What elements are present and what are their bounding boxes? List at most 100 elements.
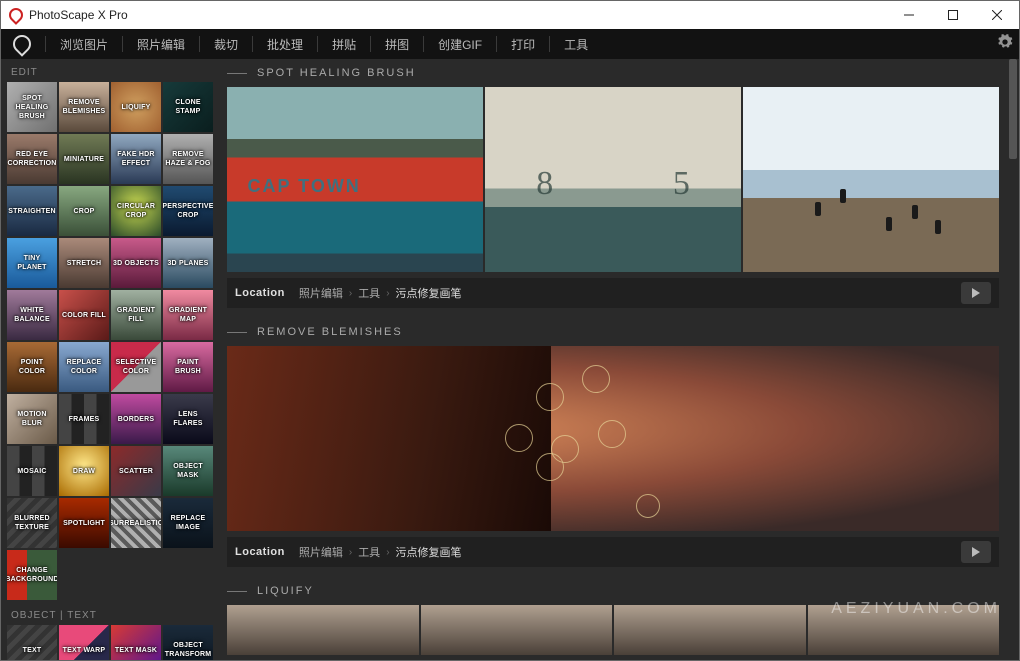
- menu-item[interactable]: 裁切: [208, 32, 244, 57]
- effect-thumb[interactable]: SPOT HEALING BRUSH: [7, 82, 57, 132]
- thumb-label: TINY PLANET: [7, 254, 57, 272]
- thumb-label: SPOT HEALING BRUSH: [7, 94, 57, 121]
- thumb-label: PERSPECTIVE CROP: [163, 202, 213, 220]
- menu-divider: [549, 36, 550, 52]
- window-title: PhotoScape X Pro: [29, 8, 887, 22]
- effect-thumb[interactable]: GRADIENT MAP: [163, 290, 213, 340]
- effect-thumb[interactable]: TEXT MASK: [111, 625, 161, 660]
- thumb-label: REPLACE COLOR: [59, 358, 109, 376]
- effect-thumb[interactable]: BORDERS: [111, 394, 161, 444]
- thumb-label: OBJECT TRANSFORM: [163, 641, 213, 659]
- effect-thumb[interactable]: CROP: [59, 186, 109, 236]
- thumb-label: MINIATURE: [62, 155, 106, 164]
- section-title: REMOVE BLEMISHES: [257, 326, 403, 338]
- thumb-label: DRAW: [71, 467, 97, 476]
- effect-thumb[interactable]: OBJECT MASK: [163, 446, 213, 496]
- breadcrumb[interactable]: 照片编辑: [299, 285, 343, 301]
- menu-item[interactable]: 浏览图片: [54, 32, 114, 57]
- menu-item[interactable]: 创建GIF: [432, 32, 488, 57]
- menu-item[interactable]: 打印: [505, 32, 541, 57]
- maximize-button[interactable]: [931, 1, 975, 29]
- effect-thumb[interactable]: 3D OBJECTS: [111, 238, 161, 288]
- effect-thumb[interactable]: SURREALISTIC: [111, 498, 161, 548]
- effect-thumb[interactable]: CIRCULAR CROP: [111, 186, 161, 236]
- thumb-label: TEXT MASK: [113, 646, 159, 655]
- menu-divider: [370, 36, 371, 52]
- effect-thumb[interactable]: WHITE BALANCE: [7, 290, 57, 340]
- effects-panel[interactable]: EDIT SPOT HEALING BRUSHREMOVE BLEMISHESL…: [1, 59, 217, 660]
- thumb-label: BORDERS: [116, 415, 156, 424]
- effect-thumb[interactable]: SELECTIVE COLOR: [111, 342, 161, 392]
- menu-divider: [199, 36, 200, 52]
- breadcrumb[interactable]: 工具: [358, 544, 380, 560]
- thumb-change-background[interactable]: CHANGE BACKGROUND: [7, 550, 57, 600]
- thumb-label: SCATTER: [117, 467, 155, 476]
- menu-item[interactable]: 工具: [558, 32, 594, 57]
- breadcrumb[interactable]: 照片编辑: [299, 544, 343, 560]
- effect-thumb[interactable]: OBJECT TRANSFORM: [163, 625, 213, 660]
- effect-thumb[interactable]: REPLACE IMAGE: [163, 498, 213, 548]
- edit-section-label: EDIT: [11, 67, 217, 78]
- effect-thumb[interactable]: RED EYE CORRECTION: [7, 134, 57, 184]
- effect-thumb[interactable]: COLOR FILL: [59, 290, 109, 340]
- scrollbar-thumb[interactable]: [1009, 59, 1017, 159]
- breadcrumb[interactable]: 工具: [358, 285, 380, 301]
- effect-thumb[interactable]: DRAW: [59, 446, 109, 496]
- effect-thumb[interactable]: REMOVE HAZE & FOG: [163, 134, 213, 184]
- menu-divider: [496, 36, 497, 52]
- breadcrumb[interactable]: 污点修复画笔: [396, 544, 462, 560]
- chevron-right-icon: ›: [349, 547, 352, 558]
- minimize-button[interactable]: [887, 1, 931, 29]
- effect-thumb[interactable]: PAINT BRUSH: [163, 342, 213, 392]
- effect-thumb[interactable]: LIQUIFY: [111, 82, 161, 132]
- effect-thumb[interactable]: STRAIGHTEN: [7, 186, 57, 236]
- effect-thumb[interactable]: PERSPECTIVE CROP: [163, 186, 213, 236]
- menu-item[interactable]: 批处理: [261, 32, 309, 57]
- effect-thumb[interactable]: CLONE STAMP: [163, 82, 213, 132]
- titlebar: PhotoScape X Pro: [1, 1, 1019, 29]
- thumb-label: TEXT WARP: [61, 646, 108, 655]
- menubar: 浏览图片照片编辑裁切批处理拼贴拼图创建GIF 打印工具: [1, 29, 1019, 59]
- thumb-label: SELECTIVE COLOR: [111, 358, 161, 376]
- thumb-label: OBJECT MASK: [163, 462, 213, 480]
- effect-thumb[interactable]: TEXT WARP: [59, 625, 109, 660]
- effect-thumb[interactable]: TEXT: [7, 625, 57, 660]
- effect-thumb[interactable]: TINY PLANET: [7, 238, 57, 288]
- effect-thumb[interactable]: MOSAIC: [7, 446, 57, 496]
- preview-strip: [227, 87, 999, 272]
- thumb-label: SPOTLIGHT: [61, 519, 107, 528]
- scrollbar[interactable]: [1009, 59, 1017, 660]
- effect-thumb[interactable]: FRAMES: [59, 394, 109, 444]
- effect-thumb[interactable]: BLURRED TEXTURE: [7, 498, 57, 548]
- thumb-label: FRAMES: [67, 415, 102, 424]
- effect-thumb[interactable]: SCATTER: [111, 446, 161, 496]
- object-section-label: OBJECT | TEXT: [11, 610, 217, 621]
- play-button[interactable]: [961, 282, 991, 304]
- effect-thumb[interactable]: MINIATURE: [59, 134, 109, 184]
- preview-image: [485, 87, 741, 272]
- effect-thumb[interactable]: 3D PLANES: [163, 238, 213, 288]
- effect-thumb[interactable]: POINT COLOR: [7, 342, 57, 392]
- menu-item[interactable]: 拼图: [379, 32, 415, 57]
- play-button[interactable]: [961, 541, 991, 563]
- menu-divider: [252, 36, 253, 52]
- brand-icon[interactable]: [9, 31, 34, 56]
- effect-thumb[interactable]: REPLACE COLOR: [59, 342, 109, 392]
- menu-item[interactable]: 拼贴: [326, 32, 362, 57]
- effect-thumb[interactable]: GRADIENT FILL: [111, 290, 161, 340]
- menu-divider: [423, 36, 424, 52]
- settings-button[interactable]: [997, 34, 1013, 55]
- effect-thumb[interactable]: STRETCH: [59, 238, 109, 288]
- effect-thumb[interactable]: SPOTLIGHT: [59, 498, 109, 548]
- details-panel[interactable]: SPOT HEALING BRUSH Location 照片编辑: [217, 59, 1019, 660]
- close-button[interactable]: [975, 1, 1019, 29]
- thumb-label: REMOVE HAZE & FOG: [163, 150, 213, 168]
- thumb-label: POINT COLOR: [7, 358, 57, 376]
- thumb-label: COLOR FILL: [60, 311, 108, 320]
- menu-item[interactable]: 照片编辑: [131, 32, 191, 57]
- effect-thumb[interactable]: REMOVE BLEMISHES: [59, 82, 109, 132]
- effect-thumb[interactable]: FAKE HDR EFFECT: [111, 134, 161, 184]
- effect-thumb[interactable]: MOTION BLUR: [7, 394, 57, 444]
- effect-thumb[interactable]: LENS FLARES: [163, 394, 213, 444]
- breadcrumb[interactable]: 污点修复画笔: [396, 285, 462, 301]
